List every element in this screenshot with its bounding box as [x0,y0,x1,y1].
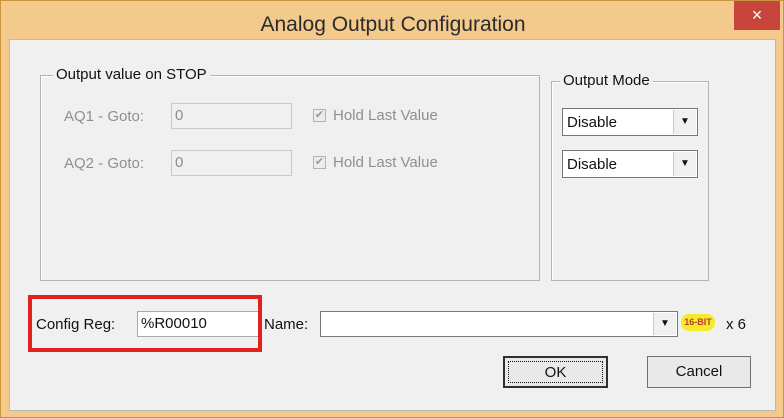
aq2-goto-label: AQ2 - Goto: [64,155,145,172]
ok-button-focus-ring [508,361,603,383]
aq1-goto-label: AQ1 - Goto: [64,108,145,125]
aq2-hold-checkbox[interactable]: ✔ [313,156,326,169]
output-mode-select-2-value: Disable [567,156,618,173]
title-bar[interactable]: Analog Output Configuration × [1,1,784,39]
aq1-hold-label: Hold Last Value [333,107,438,124]
chevron-down-icon[interactable]: ▼ [673,110,696,134]
dialog-window: Analog Output Configuration × Output val… [0,0,784,418]
16-bit-badge: 16-BIT [681,314,715,331]
name-select[interactable]: ▼ [320,311,678,337]
multiplier-label: x 6 [726,316,747,333]
dialog-body: Output value on STOP AQ1 - Goto: 0 ✔ Hol… [9,39,776,411]
ok-button[interactable]: OK [503,356,608,388]
output-mode-select-1-value: Disable [567,114,618,131]
aq2-goto-input[interactable]: 0 [171,150,292,176]
stop-output-group-label: Output value on STOP [53,66,210,83]
window-title: Analog Output Configuration [260,13,526,36]
highlight-box [28,295,262,352]
output-mode-group-label: Output Mode [560,72,653,89]
chevron-down-icon[interactable]: ▼ [653,313,676,335]
close-button[interactable]: × [734,1,780,30]
aq1-goto-input[interactable]: 0 [171,103,292,129]
name-label: Name: [264,316,309,333]
aq2-hold-label: Hold Last Value [333,154,438,171]
output-mode-select-1[interactable]: Disable ▼ [562,108,698,136]
aq1-hold-checkbox[interactable]: ✔ [313,109,326,122]
chevron-down-icon[interactable]: ▼ [673,152,696,176]
output-mode-select-2[interactable]: Disable ▼ [562,150,698,178]
cancel-button[interactable]: Cancel [647,356,751,388]
